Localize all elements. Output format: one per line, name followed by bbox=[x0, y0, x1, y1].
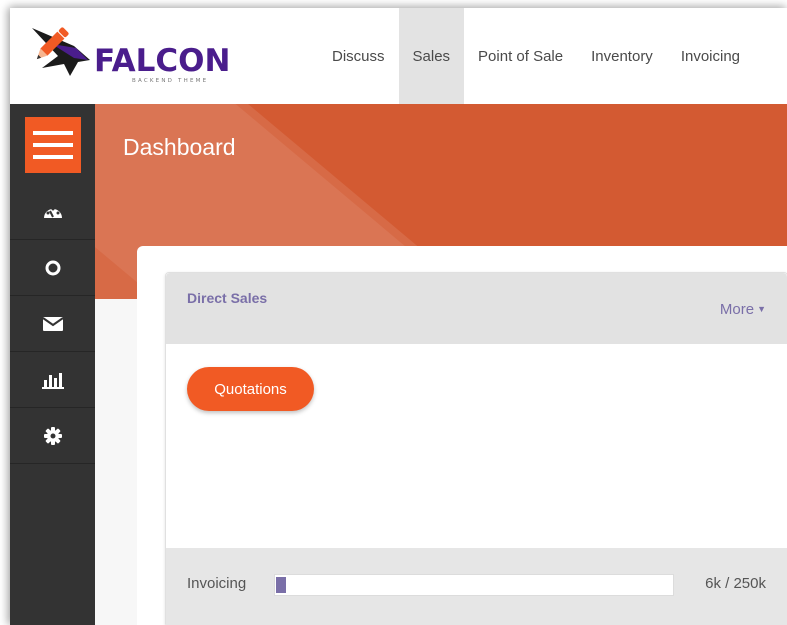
more-label: More bbox=[719, 301, 755, 318]
nav-item-inventory[interactable]: Inventory bbox=[577, 8, 667, 104]
falcon-logo[interactable]: FALCON BACKEND THEME bbox=[30, 24, 310, 94]
invoicing-label[interactable]: Invoicing bbox=[187, 575, 246, 592]
invoicing-progress-bar bbox=[274, 574, 674, 596]
hamburger-menu-button[interactable] bbox=[25, 117, 81, 173]
nav-item-sales[interactable]: Sales bbox=[398, 8, 465, 104]
sidebar-item-reports[interactable] bbox=[10, 352, 95, 408]
sidebar-item-dashboard[interactable] bbox=[10, 184, 95, 240]
card-footer: Invoicing 6k / 250k bbox=[166, 548, 787, 625]
circle-icon bbox=[45, 260, 60, 275]
hamburger-line bbox=[33, 131, 73, 135]
nav-item-discuss[interactable]: Discuss bbox=[318, 8, 399, 104]
bar-chart-icon bbox=[41, 372, 64, 389]
invoicing-value: 6k / 250k bbox=[705, 575, 766, 592]
app-nav-menu: Discuss Sales Point of Sale Inventory In… bbox=[318, 8, 754, 104]
pencil-icon bbox=[36, 27, 69, 60]
card-header: Direct Sales More ▼ bbox=[166, 273, 787, 344]
sidebar bbox=[10, 104, 95, 625]
quotations-button[interactable]: Quotations bbox=[187, 367, 314, 411]
card-title[interactable]: Direct Sales bbox=[187, 290, 267, 306]
caret-down-icon: ▼ bbox=[757, 304, 766, 314]
page-title: Dashboard bbox=[123, 134, 236, 160]
nav-item-point-of-sale[interactable]: Point of Sale bbox=[464, 8, 577, 104]
direct-sales-card: Direct Sales More ▼ Quotations Invoicing … bbox=[165, 272, 787, 625]
hamburger-line bbox=[33, 143, 73, 147]
more-dropdown[interactable]: More ▼ bbox=[720, 301, 766, 318]
logo-text: FALCON bbox=[94, 43, 231, 79]
progress-fill bbox=[276, 577, 286, 593]
top-navbar: FALCON BACKEND THEME Discuss Sales Point… bbox=[10, 8, 787, 105]
sidebar-item-circle[interactable] bbox=[10, 240, 95, 296]
app-window: FALCON BACKEND THEME Discuss Sales Point… bbox=[10, 8, 787, 625]
gear-icon bbox=[43, 426, 62, 445]
sidebar-item-settings[interactable] bbox=[10, 408, 95, 464]
hamburger-line bbox=[33, 155, 73, 159]
nav-item-invoicing[interactable]: Invoicing bbox=[667, 8, 754, 104]
envelope-icon bbox=[41, 316, 64, 331]
logo-subtext: BACKEND THEME bbox=[132, 78, 209, 84]
sidebar-item-messages[interactable] bbox=[10, 296, 95, 352]
dashboard-gauge-icon bbox=[43, 207, 62, 218]
